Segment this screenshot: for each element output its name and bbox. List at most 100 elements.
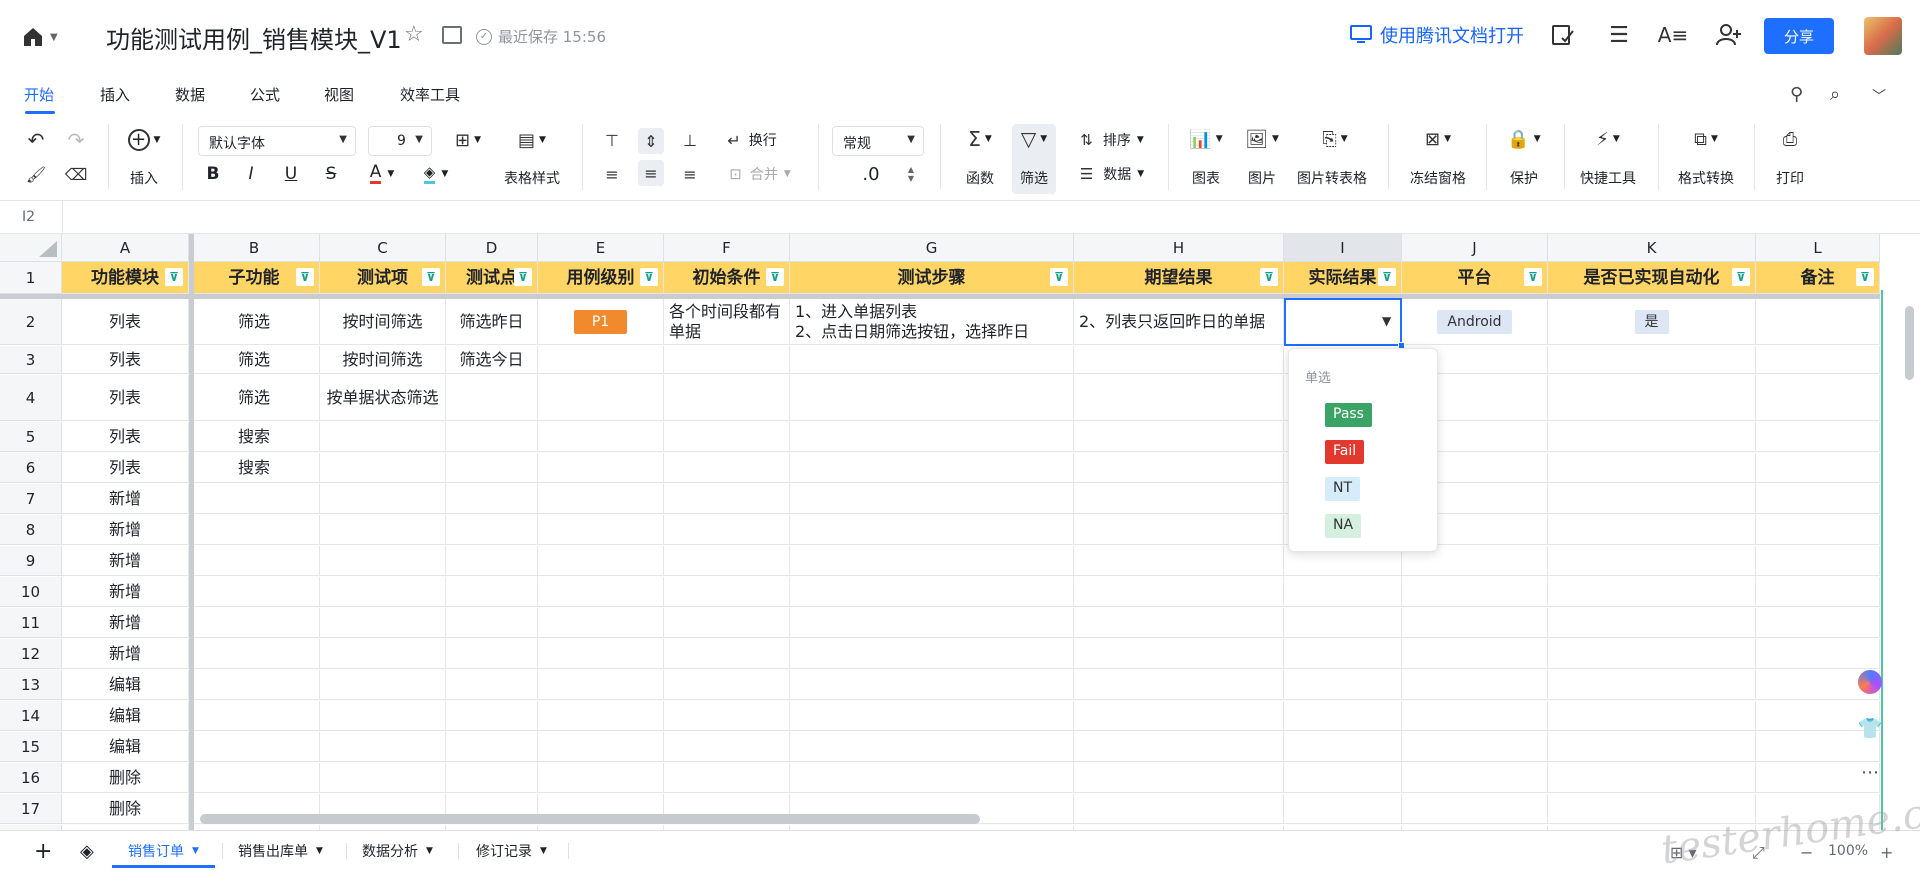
column-header-e[interactable]: E — [538, 234, 664, 262]
fill-color-icon[interactable]: ◈ ▼ — [416, 162, 456, 186]
row-header[interactable]: 12 — [0, 639, 62, 669]
option-fail[interactable]: Fail — [1325, 440, 1365, 464]
select-all-corner[interactable] — [0, 234, 62, 262]
menu-view[interactable]: 视图 — [324, 84, 354, 105]
cell-l6[interactable] — [1756, 453, 1880, 483]
cell-l10[interactable] — [1756, 577, 1880, 607]
add-sheet-icon[interactable]: + — [18, 831, 68, 871]
cell-a5[interactable]: 列表 — [62, 422, 189, 452]
cell-c3[interactable]: 按时间筛选 — [320, 346, 446, 374]
row-header[interactable]: 5 — [0, 422, 62, 452]
cell-i11[interactable] — [1284, 608, 1402, 638]
cell-e5[interactable] — [538, 422, 664, 452]
cell-f6[interactable] — [664, 453, 790, 483]
ai-assistant-icon[interactable] — [1850, 662, 1890, 702]
row-header[interactable]: 2 — [0, 299, 62, 345]
cell-d6[interactable] — [446, 453, 538, 483]
skin-icon[interactable]: 👕 — [1850, 708, 1890, 748]
cell-a2[interactable]: 列表 — [62, 299, 189, 345]
cell-l3[interactable] — [1756, 346, 1880, 374]
cell-d14[interactable] — [446, 701, 538, 731]
cell-a12[interactable]: 新增 — [62, 639, 189, 669]
function-label[interactable]: 函数 — [962, 168, 998, 188]
cell-a16[interactable]: 删除 — [62, 763, 189, 793]
cell-i14[interactable] — [1284, 701, 1402, 731]
star-icon[interactable]: ☆ — [404, 22, 424, 47]
cell-b4[interactable]: 筛选 — [189, 375, 320, 421]
cell-k4[interactable] — [1548, 375, 1756, 421]
cell-l5[interactable] — [1756, 422, 1880, 452]
cell-h15[interactable] — [1074, 732, 1284, 762]
font-size-select[interactable]: 9 ▼ — [368, 126, 432, 156]
cell-i13[interactable] — [1284, 670, 1402, 700]
cell-b2[interactable]: 筛选 — [189, 299, 320, 345]
cell-f8[interactable] — [664, 515, 790, 545]
column-header-f[interactable]: F — [664, 234, 790, 262]
cell-f10[interactable] — [664, 577, 790, 607]
protect-label[interactable]: 保护 — [1506, 168, 1542, 188]
cell-g10[interactable] — [790, 577, 1074, 607]
column-header-g[interactable]: G — [790, 234, 1074, 262]
row-header[interactable]: 10 — [0, 577, 62, 607]
italic-icon[interactable]: I — [242, 162, 260, 186]
zoom-in-icon[interactable]: + — [1880, 843, 1893, 862]
insert-label[interactable]: 插入 — [128, 168, 160, 188]
cell-l4[interactable] — [1756, 375, 1880, 421]
cell-h2[interactable]: 2、列表只返回昨日的单据 — [1074, 299, 1284, 345]
cell-a13[interactable]: 编辑 — [62, 670, 189, 700]
column-header-b[interactable]: B — [189, 234, 320, 262]
image-to-table-icon[interactable]: ⎘ ▼ — [1310, 126, 1360, 152]
cell-e10[interactable] — [538, 577, 664, 607]
open-in-tencent-docs-button[interactable]: 使用腾讯文档打开 — [1350, 22, 1524, 48]
cell-b10[interactable] — [189, 577, 320, 607]
sort-button[interactable]: ⇅ 排序 ▼ — [1072, 128, 1152, 152]
cell-j15[interactable] — [1402, 732, 1548, 762]
cell-k10[interactable] — [1548, 577, 1756, 607]
cell-c13[interactable] — [320, 670, 446, 700]
row-header[interactable]: 16 — [0, 763, 62, 793]
move-folder-icon[interactable] — [442, 26, 462, 44]
print-label[interactable]: 打印 — [1772, 168, 1808, 188]
cell-d16[interactable] — [446, 763, 538, 793]
column-filter-icon[interactable]: ⊽ — [1378, 268, 1396, 286]
row-header[interactable]: 3 — [0, 346, 62, 374]
quick-tools-icon[interactable]: ⚡ ▼ — [1586, 126, 1630, 152]
user-avatar[interactable] — [1864, 17, 1902, 55]
cell-h14[interactable] — [1074, 701, 1284, 731]
menu-insert[interactable]: 插入 — [100, 84, 130, 105]
cell-c15[interactable] — [320, 732, 446, 762]
cell-k16[interactable] — [1548, 763, 1756, 793]
header-cell[interactable]: 测试步骤 ⊽ — [790, 262, 1074, 294]
decimal-button[interactable]: .0 — [856, 162, 886, 186]
filter-icon[interactable]: ▽ ▼ — [1014, 126, 1054, 152]
header-cell[interactable]: 期望结果 ⊽ — [1074, 262, 1284, 294]
cell-reference[interactable]: I2 — [22, 209, 35, 225]
cell-l11[interactable] — [1756, 608, 1880, 638]
cell-a11[interactable]: 新增 — [62, 608, 189, 638]
freeze-panes-icon[interactable]: ⊠ ▼ — [1416, 126, 1460, 152]
cell-c6[interactable] — [320, 453, 446, 483]
search-icon[interactable]: ⌕ — [1830, 84, 1840, 105]
cell-a4[interactable]: 列表 — [62, 375, 189, 421]
cell-c14[interactable] — [320, 701, 446, 731]
cell-g7[interactable] — [790, 484, 1074, 514]
cell-k12[interactable] — [1548, 639, 1756, 669]
cell-g5[interactable] — [790, 422, 1074, 452]
cell-g11[interactable] — [790, 608, 1074, 638]
sheet-list-icon[interactable]: ◈ — [64, 831, 110, 871]
align-top-icon[interactable]: ⊤ — [600, 128, 624, 152]
cell-b14[interactable] — [189, 701, 320, 731]
cell-h8[interactable] — [1074, 515, 1284, 545]
merge-cells-button[interactable]: ⊡ 合并 ▼ — [720, 162, 800, 186]
cell-e13[interactable] — [538, 670, 664, 700]
cell-b16[interactable] — [189, 763, 320, 793]
cell-f2[interactable]: 各个时间段都有单据 — [664, 299, 790, 345]
cell-h6[interactable] — [1074, 453, 1284, 483]
cell-g3[interactable] — [790, 346, 1074, 374]
column-header-k[interactable]: K — [1548, 234, 1756, 262]
cell-f16[interactable] — [664, 763, 790, 793]
borders-icon[interactable]: ⊞ ▼ — [448, 128, 488, 152]
cell-i12[interactable] — [1284, 639, 1402, 669]
cell-k9[interactable] — [1548, 546, 1756, 576]
menu-home[interactable]: 开始 — [24, 84, 54, 105]
